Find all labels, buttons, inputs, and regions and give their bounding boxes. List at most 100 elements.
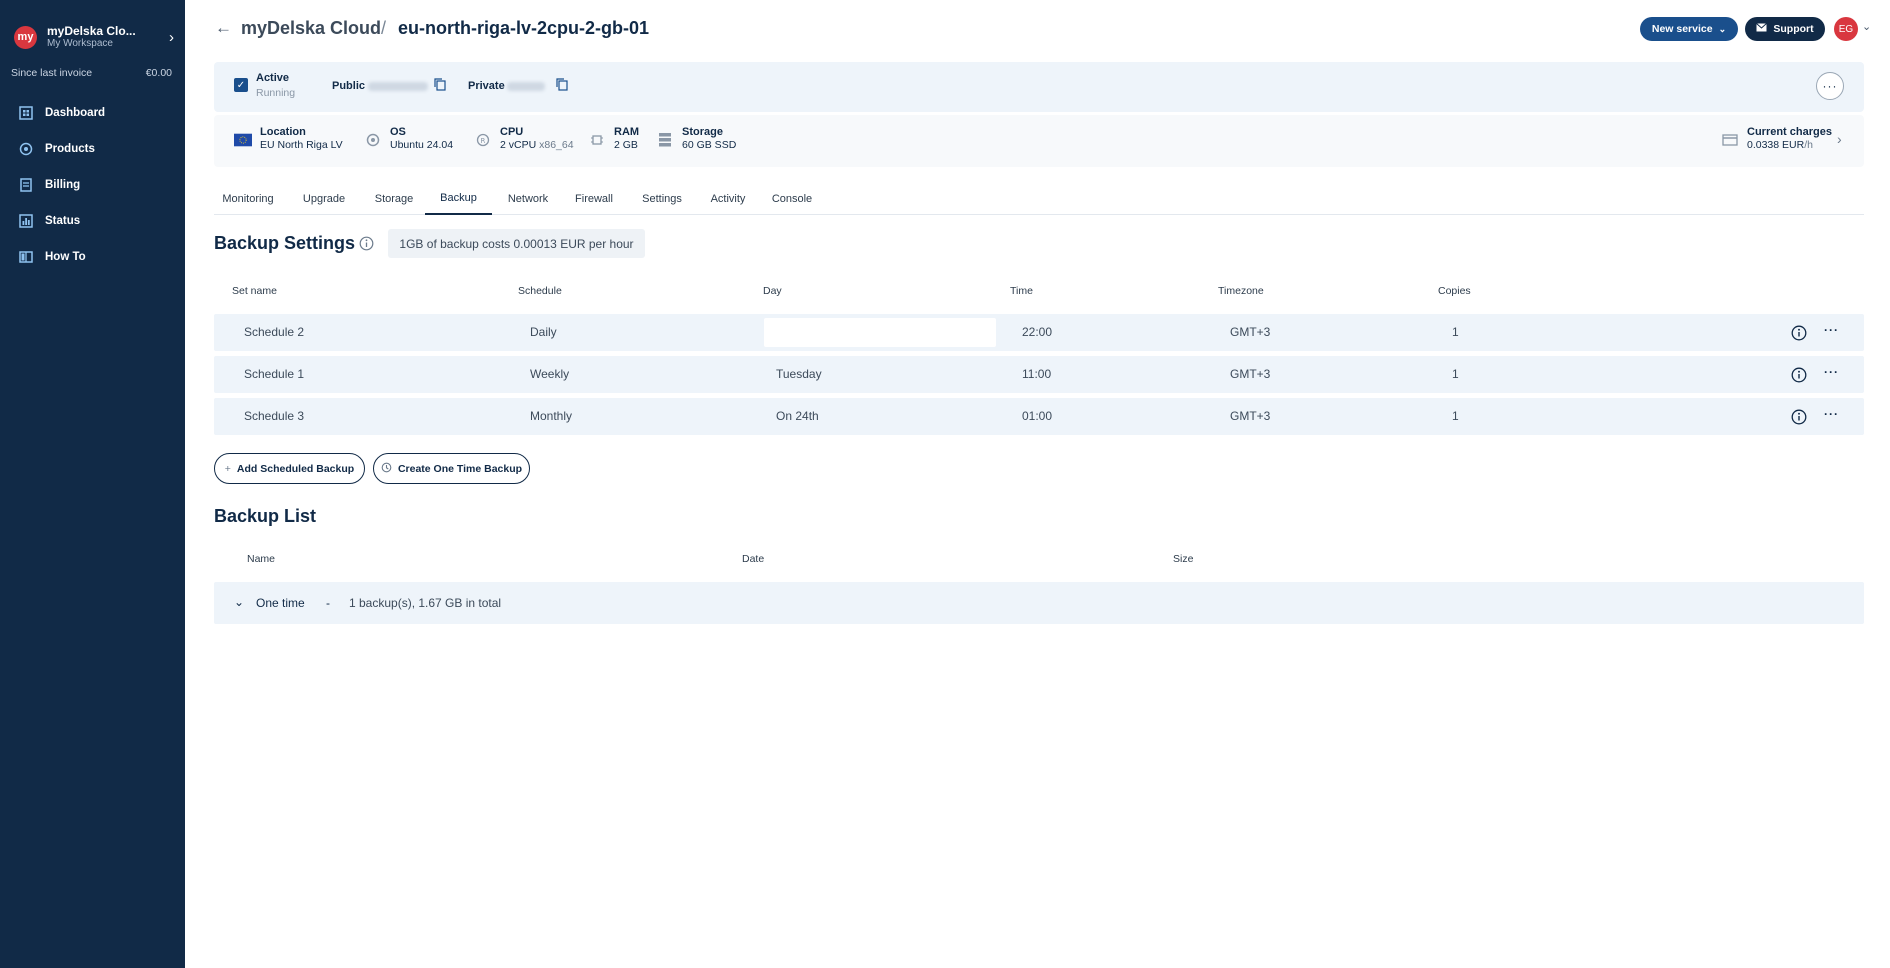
info-icon[interactable] (1791, 409, 1807, 430)
group-name: One time (256, 596, 305, 610)
products-icon (18, 141, 34, 157)
table-row: Schedule 3 Monthly On 24th 01:00 GMT+3 1… (214, 398, 1864, 435)
cell-timezone: GMT+3 (1230, 409, 1271, 423)
tab-console[interactable]: Console (767, 182, 817, 215)
tab-upgrade[interactable]: Upgrade (299, 182, 349, 215)
sidebar-item-billing[interactable]: Billing (0, 167, 185, 203)
page-title: eu-north-riga-lv-2cpu-2-gb-01 (398, 18, 650, 38)
current-charges[interactable]: Current charges 0.0338 EUR/h (1721, 125, 1832, 153)
spec-title: CPU (500, 126, 524, 138)
create-one-time-backup-button[interactable]: Create One Time Backup (373, 453, 530, 484)
plus-icon: + (224, 462, 231, 475)
cpu-arch: x86_64 (539, 139, 574, 152)
tab-monitoring[interactable]: Monitoring (218, 182, 278, 215)
add-scheduled-backup-button[interactable]: + Add Scheduled Backup (214, 453, 365, 484)
column-header: Name (247, 553, 276, 565)
chevron-down-icon: ⌄ (1718, 23, 1727, 34)
chevron-down-icon[interactable]: ⌄ (1862, 20, 1871, 33)
public-ip-label: Public (332, 80, 366, 92)
spec-value: 60 GB SSD (682, 139, 737, 152)
column-header: Set name (232, 285, 277, 297)
ram-icon (588, 131, 606, 149)
sidebar-item-status[interactable]: Status (0, 203, 185, 239)
cell-time: 01:00 (1022, 409, 1053, 423)
copy-icon[interactable] (434, 78, 448, 92)
spec-ram: RAM 2 GB (588, 125, 639, 153)
row-more-button[interactable]: ··· (1824, 365, 1839, 379)
sidebar-item-label: How To (45, 251, 86, 263)
cell-day: Tuesday (776, 367, 822, 381)
column-header: Schedule (518, 285, 562, 297)
sidebar-item-label: Status (45, 215, 81, 227)
tab-firewall[interactable]: Firewall (569, 182, 619, 215)
server-substate: Running (256, 87, 296, 99)
tab-network[interactable]: Network (503, 182, 553, 215)
mail-icon (1756, 23, 1768, 35)
cell-time: 22:00 (1022, 325, 1053, 339)
chevron-right-icon: › (169, 28, 174, 46)
cell-timezone: GMT+3 (1230, 367, 1271, 381)
cell-timezone: GMT+3 (1230, 325, 1271, 339)
column-header: Size (1173, 553, 1194, 565)
info-icon[interactable] (1791, 367, 1807, 388)
storage-icon (656, 131, 674, 149)
spec-title: OS (390, 126, 406, 138)
cell-set-name: Schedule 2 (244, 325, 305, 339)
sidebar: my myDelska Clo... My Workspace › Since … (0, 0, 185, 968)
tab-settings[interactable]: Settings (637, 182, 687, 215)
copy-icon[interactable] (556, 78, 570, 92)
back-arrow-icon[interactable]: ← (215, 18, 232, 38)
backup-group-row[interactable]: ⌄ One time - 1 backup(s), 1.67 GB in tot… (214, 582, 1864, 624)
charges-unit: /h (1804, 139, 1813, 152)
row-more-button[interactable]: ··· (1824, 407, 1839, 421)
server-more-button[interactable]: ··· (1816, 72, 1844, 100)
button-label: Create One Time Backup (397, 462, 523, 475)
backup-settings-title: Backup Settings (214, 233, 356, 253)
workspace-logo: my (14, 25, 37, 49)
info-icon[interactable] (1791, 325, 1807, 346)
sidebar-item-dashboard[interactable]: Dashboard (0, 95, 185, 131)
sidebar-item-how-to[interactable]: How To (0, 239, 185, 275)
history-icon (381, 462, 392, 476)
column-header: Copies (1438, 285, 1471, 297)
support-button[interactable]: Support (1745, 17, 1825, 41)
avatar[interactable]: EG (1834, 17, 1858, 41)
spec-cpu: R CPU 2 vCPU x86_64 (474, 125, 574, 153)
table-row: Schedule 2 Daily 22:00 GMT+3 1 ··· (214, 314, 1864, 351)
tab-storage[interactable]: Storage (369, 182, 419, 215)
tab-backup[interactable]: Backup (425, 182, 492, 215)
workspace-switcher[interactable]: my myDelska Clo... My Workspace › (14, 22, 174, 52)
info-icon[interactable] (359, 236, 374, 256)
billing-icon (18, 177, 34, 193)
spec-value: 2 vCPU (500, 139, 537, 152)
dashboard-icon (18, 105, 34, 121)
cell-schedule: Monthly (530, 409, 573, 423)
column-header: Time (1010, 285, 1033, 297)
invoice-label: Since last invoice (11, 67, 93, 79)
day-field[interactable] (764, 318, 996, 347)
spec-os: OS Ubuntu 24.04 (364, 125, 453, 153)
breadcrumb-root[interactable]: myDelska Cloud (241, 18, 381, 39)
new-service-button[interactable]: New service ⌄ (1640, 17, 1738, 41)
tab-activity[interactable]: Activity (703, 182, 753, 215)
cell-schedule: Daily (530, 325, 557, 339)
new-service-label: New service (1651, 23, 1713, 35)
top-header: ← myDelska Cloud / eu-north-riga-lv-2cpu… (185, 0, 1890, 58)
charges-value: 0.0338 EUR (1747, 139, 1805, 152)
chevron-down-icon: ⌄ (234, 595, 245, 609)
workspace-name: myDelska Clo... (47, 23, 136, 38)
private-ip-value (507, 82, 545, 91)
cpu-icon: R (474, 131, 492, 149)
cell-schedule: Weekly (530, 367, 570, 381)
table-row: Schedule 1 Weekly Tuesday 11:00 GMT+3 1 … (214, 356, 1864, 393)
spec-title: Current charges (1747, 126, 1832, 138)
cell-set-name: Schedule 1 (244, 367, 305, 381)
sidebar-item-label: Billing (45, 179, 81, 191)
sidebar-item-label: Products (45, 143, 95, 155)
row-more-button[interactable]: ··· (1824, 323, 1839, 337)
server-status-bar: ✓ Active Running Public Private ··· (214, 62, 1864, 112)
status-icon (18, 213, 34, 229)
chevron-right-icon[interactable]: › (1837, 131, 1842, 147)
sidebar-item-products[interactable]: Products (0, 131, 185, 167)
backup-list-title: Backup List (214, 506, 317, 526)
